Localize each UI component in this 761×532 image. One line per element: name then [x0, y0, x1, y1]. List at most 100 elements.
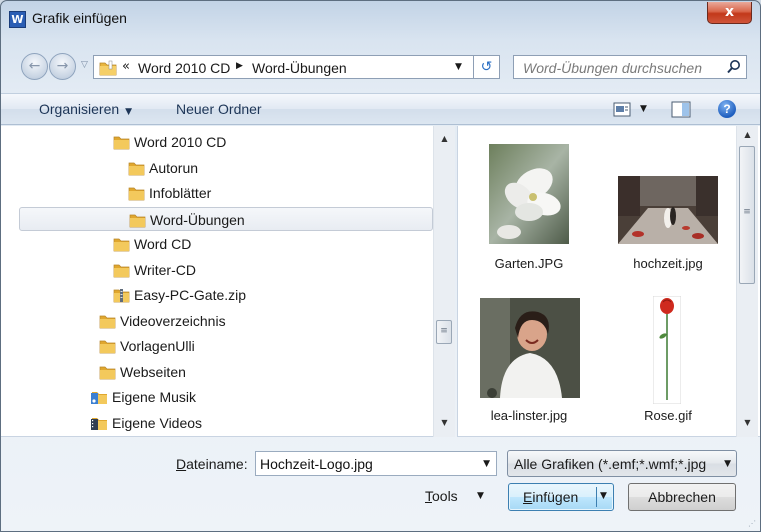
organize-button[interactable]: Organisieren ▼: [39, 101, 132, 117]
help-icon[interactable]: ?: [718, 100, 736, 118]
tree-item[interactable]: Easy-PC-Gate.zip: [1, 283, 433, 307]
video-library-icon: [91, 417, 107, 430]
tree-item-label: Infoblätter: [149, 185, 212, 201]
back-arrow-icon: ←: [28, 58, 41, 74]
breadcrumb-separator-icon[interactable]: ▶: [236, 61, 243, 71]
refresh-button[interactable]: ↺: [474, 55, 500, 79]
chevron-down-icon[interactable]: ▼: [455, 62, 462, 72]
file-type-filter[interactable]: Alle Grafiken (*.emf;*.wmf;*.jpg ▼: [507, 450, 737, 477]
tree-item-label: Autorun: [149, 159, 199, 176]
tree-item-label: Word CD: [134, 236, 192, 252]
folder-icon: [113, 136, 130, 150]
chevron-down-icon: ▼: [125, 107, 133, 117]
file-name-input[interactable]: [260, 456, 470, 472]
search-icon[interactable]: [726, 59, 742, 75]
new-folder-button[interactable]: Neuer Ordner: [176, 101, 262, 117]
cancel-button[interactable]: Abbrechen: [628, 483, 736, 511]
file-type-filter-label: Alle Grafiken (*.emf;*.wmf;*.jpg: [514, 456, 707, 472]
tree-item[interactable]: Webseiten: [1, 360, 433, 384]
file-list-scrollbar[interactable]: ▲ ≡ ▼: [736, 126, 758, 437]
file-name-label: Dateiname:: [176, 456, 248, 472]
split-divider: [596, 487, 597, 507]
tree-item-label: Word 2010 CD: [134, 134, 227, 150]
zip-folder-icon: [113, 289, 130, 303]
word-app-icon: W: [9, 11, 26, 28]
folder-icon: [99, 366, 116, 379]
chevron-down-icon[interactable]: ▼: [640, 104, 647, 114]
scrollbar-thumb[interactable]: ≡: [739, 146, 755, 284]
folder-icon: [128, 162, 145, 175]
file-list-pane[interactable]: Garten.JPG hochzeit.jpg lea-linster.jpg: [457, 126, 760, 437]
folder-icon: [99, 60, 117, 76]
tree-item[interactable]: Autorun: [1, 156, 433, 180]
file-name[interactable]: hochzeit.jpg: [603, 256, 733, 271]
tree-item[interactable]: Infoblätter: [1, 181, 433, 205]
chevron-down-icon: ▼: [724, 459, 731, 469]
tree-item[interactable]: Eigene Videos: [1, 411, 433, 435]
tree-item[interactable]: Writer-CD: [1, 258, 433, 282]
tree-item[interactable]: Word 2010 CD: [1, 130, 433, 154]
tree-item-label: Writer-CD: [134, 261, 196, 278]
insert-button[interactable]: Einfügen ▼: [508, 483, 614, 511]
file-name[interactable]: Garten.JPG: [464, 256, 594, 271]
navigation-scrollbar[interactable]: ▲ ≡ ▼: [433, 126, 455, 437]
insert-options-dropdown[interactable]: ▼: [600, 491, 607, 501]
music-library-icon: [91, 392, 107, 404]
tree-item-label: Webseiten: [120, 363, 186, 380]
chevron-down-icon[interactable]: ▼: [477, 491, 484, 501]
close-button[interactable]: x: [707, 2, 752, 24]
tools-button[interactable]: Tools: [425, 488, 458, 504]
file-thumbnail[interactable]: [480, 298, 580, 398]
navigation-bar: ← → ▽ « Word 2010 CD ▶ Word-Übungen ▼ ↺: [1, 45, 760, 85]
tree-item[interactable]: VorlagenUlli: [1, 334, 433, 358]
search-input[interactable]: [523, 60, 719, 76]
insert-button-label: Einfügen: [523, 489, 579, 505]
scroll-up-icon[interactable]: ▲: [737, 130, 758, 146]
forward-arrow-icon: →: [56, 58, 69, 74]
refresh-icon: ↺: [480, 59, 493, 75]
tree-item-label: Word-Übungen: [150, 211, 245, 228]
scroll-down-icon[interactable]: ▼: [434, 418, 455, 434]
folder-icon: [113, 238, 130, 252]
organize-label: Organisieren: [39, 101, 120, 117]
folder-icon: [128, 187, 145, 201]
folder-icon: [99, 340, 116, 354]
title-bar[interactable]: W Grafik einfügen x: [1, 1, 760, 37]
scrollbar-thumb[interactable]: ≡: [436, 320, 452, 344]
file-name[interactable]: lea-linster.jpg: [464, 408, 594, 423]
folder-icon: [99, 315, 116, 328]
tree-item-label: Easy-PC-Gate.zip: [134, 287, 247, 303]
navigation-pane[interactable]: Word 2010 CD Autorun Infoblätter Word-Übung…: [1, 126, 455, 437]
tree-item-label: Eigene Musik: [112, 389, 197, 405]
file-thumbnail[interactable]: [653, 296, 681, 404]
folder-icon: [113, 264, 130, 277]
scroll-up-icon[interactable]: ▲: [434, 134, 455, 150]
tree-item[interactable]: Videoverzeichnis: [1, 309, 433, 333]
scroll-down-icon[interactable]: ▼: [737, 418, 758, 434]
search-box[interactable]: [513, 55, 747, 79]
breadcrumb-segment[interactable]: Word 2010 CD: [138, 60, 230, 76]
tree-item[interactable]: Word-Übungen: [19, 206, 433, 231]
command-bar: Organisieren ▼ Neuer Ordner ▼ ?: [1, 93, 760, 125]
breadcrumb-overflow[interactable]: «: [122, 59, 130, 74]
change-view-icon[interactable]: [613, 102, 631, 117]
file-name-combobox[interactable]: ▼: [255, 451, 497, 476]
insert-picture-dialog: W Grafik einfügen x ← → ▽ « Word 2010 CD…: [0, 0, 761, 532]
file-thumbnail[interactable]: [618, 176, 718, 244]
tree-item-label: Eigene Videos: [112, 414, 203, 431]
chevron-down-icon[interactable]: ▼: [483, 459, 490, 469]
forward-button[interactable]: →: [49, 53, 76, 80]
file-name[interactable]: Rose.gif: [603, 408, 733, 423]
file-thumbnail[interactable]: [489, 144, 569, 244]
back-button[interactable]: ←: [21, 53, 48, 80]
address-bar[interactable]: « Word 2010 CD ▶ Word-Übungen ▼: [93, 55, 474, 79]
window-title: Grafik einfügen: [32, 10, 127, 26]
breadcrumb-segment[interactable]: Word-Übungen: [252, 60, 347, 76]
tree-item[interactable]: Word CD: [1, 232, 433, 256]
tree-item[interactable]: Eigene Musik: [1, 385, 433, 409]
recent-locations-dropdown[interactable]: ▽: [81, 60, 88, 70]
resize-grip-icon[interactable]: ⋰: [748, 519, 756, 528]
preview-pane-icon[interactable]: [671, 101, 691, 118]
tree-item-label: Videoverzeichnis: [120, 312, 226, 329]
folder-icon: [129, 214, 146, 227]
